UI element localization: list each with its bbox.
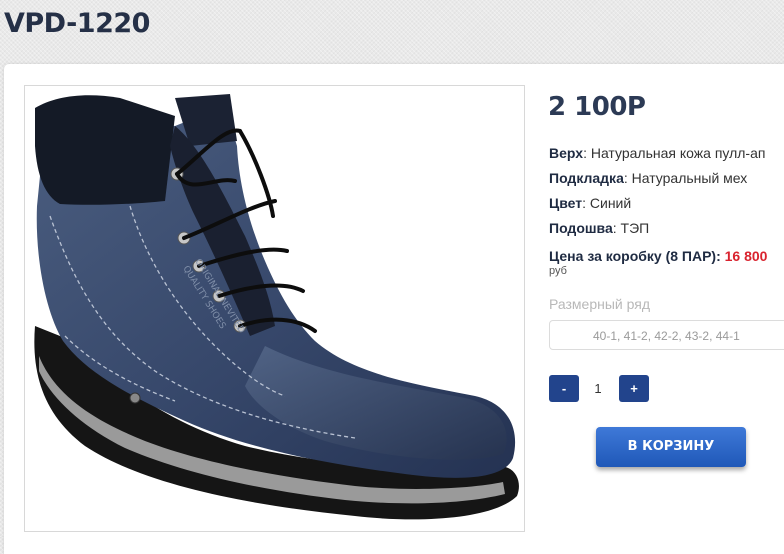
box-price-currency: руб [549, 265, 567, 277]
spec-color-value: : Синий [582, 195, 632, 211]
boot-image: ORIGINAL NEVITED QUALITY SHOES [34, 94, 519, 520]
box-price: Цена за коробку (8 ПАР): 16 800 [549, 248, 767, 264]
spec-upper-label: Верх [549, 145, 584, 161]
quantity-decrease-button[interactable]: - [549, 375, 579, 402]
quantity-value[interactable]: 1 [590, 381, 606, 396]
size-range-select[interactable]: 40-1, 41-2, 42-2, 43-2, 44-1 [549, 320, 784, 350]
product-image-frame[interactable]: ORIGINAL NEVITED QUALITY SHOES [24, 85, 525, 532]
product-title: VPD-1220 [4, 8, 150, 39]
spec-upper-value: : Натуральная кожа пулл-ап [583, 145, 766, 161]
box-price-label: Цена за коробку (8 ПАР): [549, 248, 725, 264]
spec-lining-label: Подкладка [549, 170, 624, 186]
add-to-cart-button[interactable]: В КОРЗИНУ [596, 427, 746, 467]
quantity-increase-button[interactable]: + [619, 375, 649, 402]
box-price-value: 16 800 [724, 248, 768, 264]
spec-lining: Подкладка: Натуральный мех [549, 170, 747, 186]
spec-lining-value: : Натуральный мех [623, 170, 748, 186]
size-range-value: 40-1, 41-2, 42-2, 43-2, 44-1 [593, 329, 740, 343]
spec-sole-label: Подошва [549, 220, 613, 236]
spec-upper: Верх: Натуральная кожа пулл-ап [549, 145, 765, 161]
spec-color-label: Цвет [549, 195, 583, 211]
spec-sole: Подошва: ТЭП [549, 220, 649, 236]
spec-color: Цвет: Синий [549, 195, 631, 211]
product-price: 2 100Р [548, 92, 646, 122]
spec-sole-value: : ТЭП [612, 220, 650, 236]
size-range-label: Размерный ряд [549, 296, 651, 312]
